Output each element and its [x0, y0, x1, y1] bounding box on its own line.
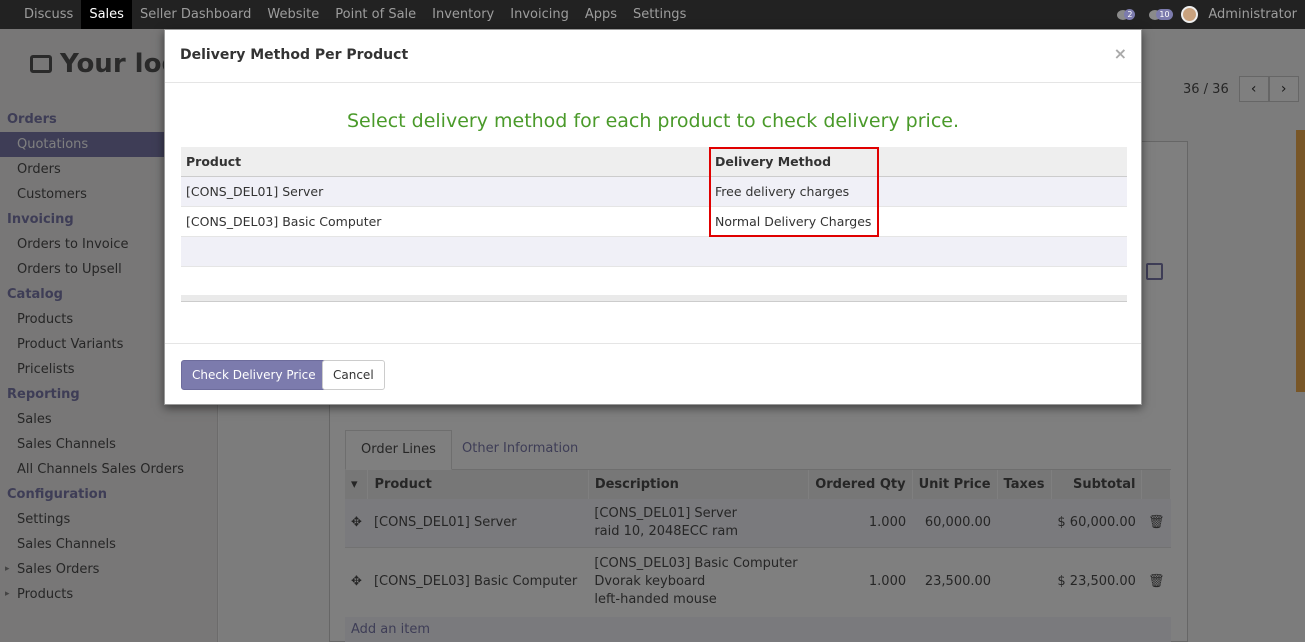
- empty-row: [181, 266, 1127, 297]
- menu-invoicing[interactable]: Invoicing: [502, 0, 577, 29]
- row-product[interactable]: [CONS_DEL03] Basic Computer: [181, 206, 710, 237]
- table-scrollbar[interactable]: [181, 295, 1127, 302]
- column-header-delivery-method[interactable]: Delivery Method: [710, 147, 1127, 177]
- menu-settings[interactable]: Settings: [625, 0, 694, 29]
- dialog-title: Delivery Method Per Product: [180, 47, 409, 63]
- delivery-method-dialog: Delivery Method Per Product × Select del…: [164, 29, 1142, 405]
- cancel-button[interactable]: Cancel: [322, 360, 385, 390]
- top-navbar: Discuss Sales Seller Dashboard Website P…: [0, 0, 1305, 29]
- row-product[interactable]: [CONS_DEL01] Server: [181, 176, 710, 207]
- row-delivery-method[interactable]: Normal Delivery Charges: [710, 206, 1127, 237]
- app-menu: Discuss Sales Seller Dashboard Website P…: [16, 0, 694, 29]
- delivery-method-table: Product Delivery Method [CONS_DEL01] Ser…: [181, 147, 1127, 297]
- empty-cell: [181, 266, 710, 297]
- chat-count-badge: 2: [1124, 8, 1136, 20]
- menu-seller-dashboard[interactable]: Seller Dashboard: [132, 0, 259, 29]
- column-header-product[interactable]: Product: [181, 147, 710, 177]
- empty-cell: [710, 236, 1127, 267]
- menu-apps[interactable]: Apps: [577, 0, 625, 29]
- check-delivery-price-button[interactable]: Check Delivery Price: [181, 360, 327, 390]
- chat-icon[interactable]: 2: [1117, 7, 1139, 23]
- avatar[interactable]: [1181, 6, 1199, 23]
- table-row[interactable]: [CONS_DEL01] Server Free delivery charge…: [181, 176, 1127, 207]
- menu-discuss[interactable]: Discuss: [16, 0, 81, 29]
- dialog-header: Delivery Method Per Product ×: [165, 30, 1141, 83]
- activity-icon[interactable]: 10: [1149, 7, 1173, 23]
- menu-sales[interactable]: Sales: [81, 0, 132, 29]
- close-icon[interactable]: ×: [1114, 45, 1127, 63]
- empty-cell: [181, 236, 710, 267]
- user-name[interactable]: Administrator: [1208, 7, 1297, 22]
- systray: 2 10 Administrator: [1117, 0, 1297, 29]
- menu-inventory[interactable]: Inventory: [424, 0, 502, 29]
- menu-website[interactable]: Website: [259, 0, 327, 29]
- dialog-footer: Check Delivery Price Cancel: [165, 343, 1141, 405]
- empty-cell: [710, 266, 1127, 297]
- dialog-lead-text: Select delivery method for each product …: [347, 110, 959, 132]
- table-row[interactable]: [CONS_DEL03] Basic Computer Normal Deliv…: [181, 206, 1127, 237]
- empty-row: [181, 236, 1127, 267]
- menu-point-of-sale[interactable]: Point of Sale: [327, 0, 424, 29]
- activity-count-badge: 10: [1156, 8, 1173, 20]
- row-delivery-method[interactable]: Free delivery charges: [710, 176, 1127, 207]
